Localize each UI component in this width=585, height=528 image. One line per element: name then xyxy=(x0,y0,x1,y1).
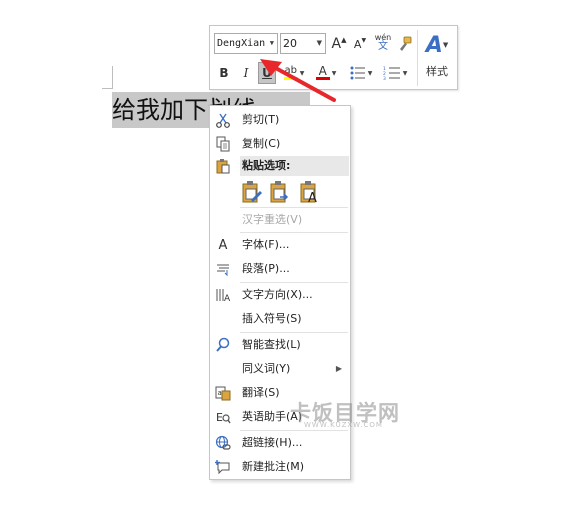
format-painter-button[interactable] xyxy=(396,34,414,54)
menu-item-label: 翻译(S) xyxy=(242,386,280,399)
menu-item-new-comment[interactable]: 新建批注(M) xyxy=(210,455,350,479)
copy-icon xyxy=(214,135,232,153)
menu-item-font[interactable]: A 字体(F)... xyxy=(210,233,350,257)
styles-label[interactable]: 样式 xyxy=(422,63,452,79)
margin-corner-mark xyxy=(112,66,113,89)
menu-item-smart-lookup[interactable]: 智能查找(L) xyxy=(210,333,350,357)
hyperlink-icon xyxy=(214,434,232,452)
menu-item-copy[interactable]: 复制(C) xyxy=(210,132,350,156)
menu-item-label: 文字方向(X)... xyxy=(242,288,313,301)
menu-item-label: 剪切(T) xyxy=(242,113,280,126)
styles-icon: A xyxy=(425,32,443,58)
menu-item-label: 智能查找(L) xyxy=(242,338,301,351)
svg-text:A: A xyxy=(224,294,231,303)
grow-font-icon: A xyxy=(331,36,342,52)
pinyin-char: 文 xyxy=(378,41,388,52)
cut-icon xyxy=(214,111,232,129)
chevron-right-icon: ▶ xyxy=(335,364,342,373)
italic-icon: I xyxy=(243,66,249,80)
font-size-value: 20 xyxy=(283,37,297,50)
menu-item-english-assistant[interactable]: E 英语助手(A) xyxy=(210,405,350,429)
caret-up-icon: ▲ xyxy=(341,36,347,44)
chevron-down-icon[interactable]: ▼ xyxy=(368,70,373,77)
menu-item-label: 字体(F)... xyxy=(242,238,290,251)
paste-options-header: 粘贴选项: xyxy=(240,156,349,176)
menu-item-label: 新建批注(M) xyxy=(242,460,305,473)
menu-item-label: 段落(P)... xyxy=(242,262,290,275)
menu-item-translate[interactable]: a 翻译(S) xyxy=(210,381,350,405)
context-menu: 剪切(T) 复制(C) 粘贴选项: A 汉字重选(V) A 字体(F)... 段… xyxy=(209,105,351,480)
menu-item-label: 汉字重选(V) xyxy=(242,213,303,226)
text-direction-icon: A xyxy=(214,286,232,304)
shrink-font-button[interactable]: A ▼ xyxy=(352,34,368,54)
paste-merge-formatting-icon xyxy=(270,181,289,203)
menu-item-paragraph[interactable]: 段落(P)... xyxy=(210,257,350,281)
english-assistant-icon: E xyxy=(214,408,232,426)
paste-text-only-button[interactable]: A xyxy=(298,179,322,205)
bold-button[interactable]: B xyxy=(216,63,232,83)
menu-item-synonyms[interactable]: 同义词(Y) ▶ xyxy=(210,357,350,381)
paste-keep-formatting-icon xyxy=(242,181,262,203)
new-comment-icon xyxy=(214,458,232,476)
menu-item-cut[interactable]: 剪切(T) xyxy=(210,108,350,132)
paste-options-label: 粘贴选项: xyxy=(242,159,291,172)
styles-button[interactable]: A ▼ xyxy=(422,30,452,60)
menu-item-label: 英语助手(A) xyxy=(242,410,303,423)
italic-button[interactable]: I xyxy=(238,63,254,83)
chevron-down-icon[interactable]: ▼ xyxy=(403,70,408,77)
bullets-button[interactable]: ▼ xyxy=(348,63,374,83)
numbering-icon: 1 2 3 xyxy=(383,66,400,80)
paste-keep-source-formatting-button[interactable] xyxy=(240,179,264,205)
bold-icon: B xyxy=(219,66,229,80)
translate-icon: a xyxy=(214,384,232,402)
menu-item-hyperlink[interactable]: 超链接(H)... xyxy=(210,431,350,455)
paste-text-only-icon: A xyxy=(300,181,317,204)
phonetic-guide-button[interactable]: wén 文 xyxy=(373,32,393,52)
font-name-value: DengXian xyxy=(217,38,266,49)
grow-font-button[interactable]: A ▲ xyxy=(331,34,347,54)
menu-item-label: 超链接(H)... xyxy=(242,436,303,449)
paste-icon xyxy=(214,157,232,175)
paragraph-icon xyxy=(214,260,232,278)
menu-item-label: 插入符号(S) xyxy=(242,312,302,325)
menu-item-insert-symbol[interactable]: 插入符号(S) xyxy=(210,307,350,331)
font-size-combo[interactable]: 20 ▼ xyxy=(280,33,326,54)
menu-item-label: 同义词(Y) xyxy=(242,362,291,375)
svg-text:a: a xyxy=(218,389,222,397)
chevron-down-icon[interactable]: ▼ xyxy=(270,34,274,53)
font-icon: A xyxy=(218,237,228,253)
paste-merge-formatting-button[interactable] xyxy=(268,179,292,205)
smart-lookup-icon xyxy=(214,336,232,354)
chevron-down-icon: ▼ xyxy=(442,41,449,49)
numbering-button[interactable]: 1 2 3 ▼ xyxy=(380,63,410,83)
shrink-font-icon: A xyxy=(353,37,362,51)
caret-down-icon: ▼ xyxy=(361,36,367,44)
format-painter-icon xyxy=(400,36,412,51)
svg-text:A: A xyxy=(308,191,317,204)
annotation-arrow-icon xyxy=(260,59,336,102)
svg-text:3: 3 xyxy=(383,76,386,80)
svg-text:E: E xyxy=(216,411,223,424)
toolbar-separator xyxy=(417,30,418,86)
chevron-down-icon[interactable]: ▼ xyxy=(317,34,322,53)
font-name-combo[interactable]: DengXian ▼ xyxy=(214,33,278,54)
menu-item-text-direction[interactable]: A 文字方向(X)... xyxy=(210,283,350,307)
menu-item-reconversion: 汉字重选(V) xyxy=(210,208,350,232)
bullets-icon xyxy=(350,66,365,80)
menu-item-label: 复制(C) xyxy=(242,137,281,150)
